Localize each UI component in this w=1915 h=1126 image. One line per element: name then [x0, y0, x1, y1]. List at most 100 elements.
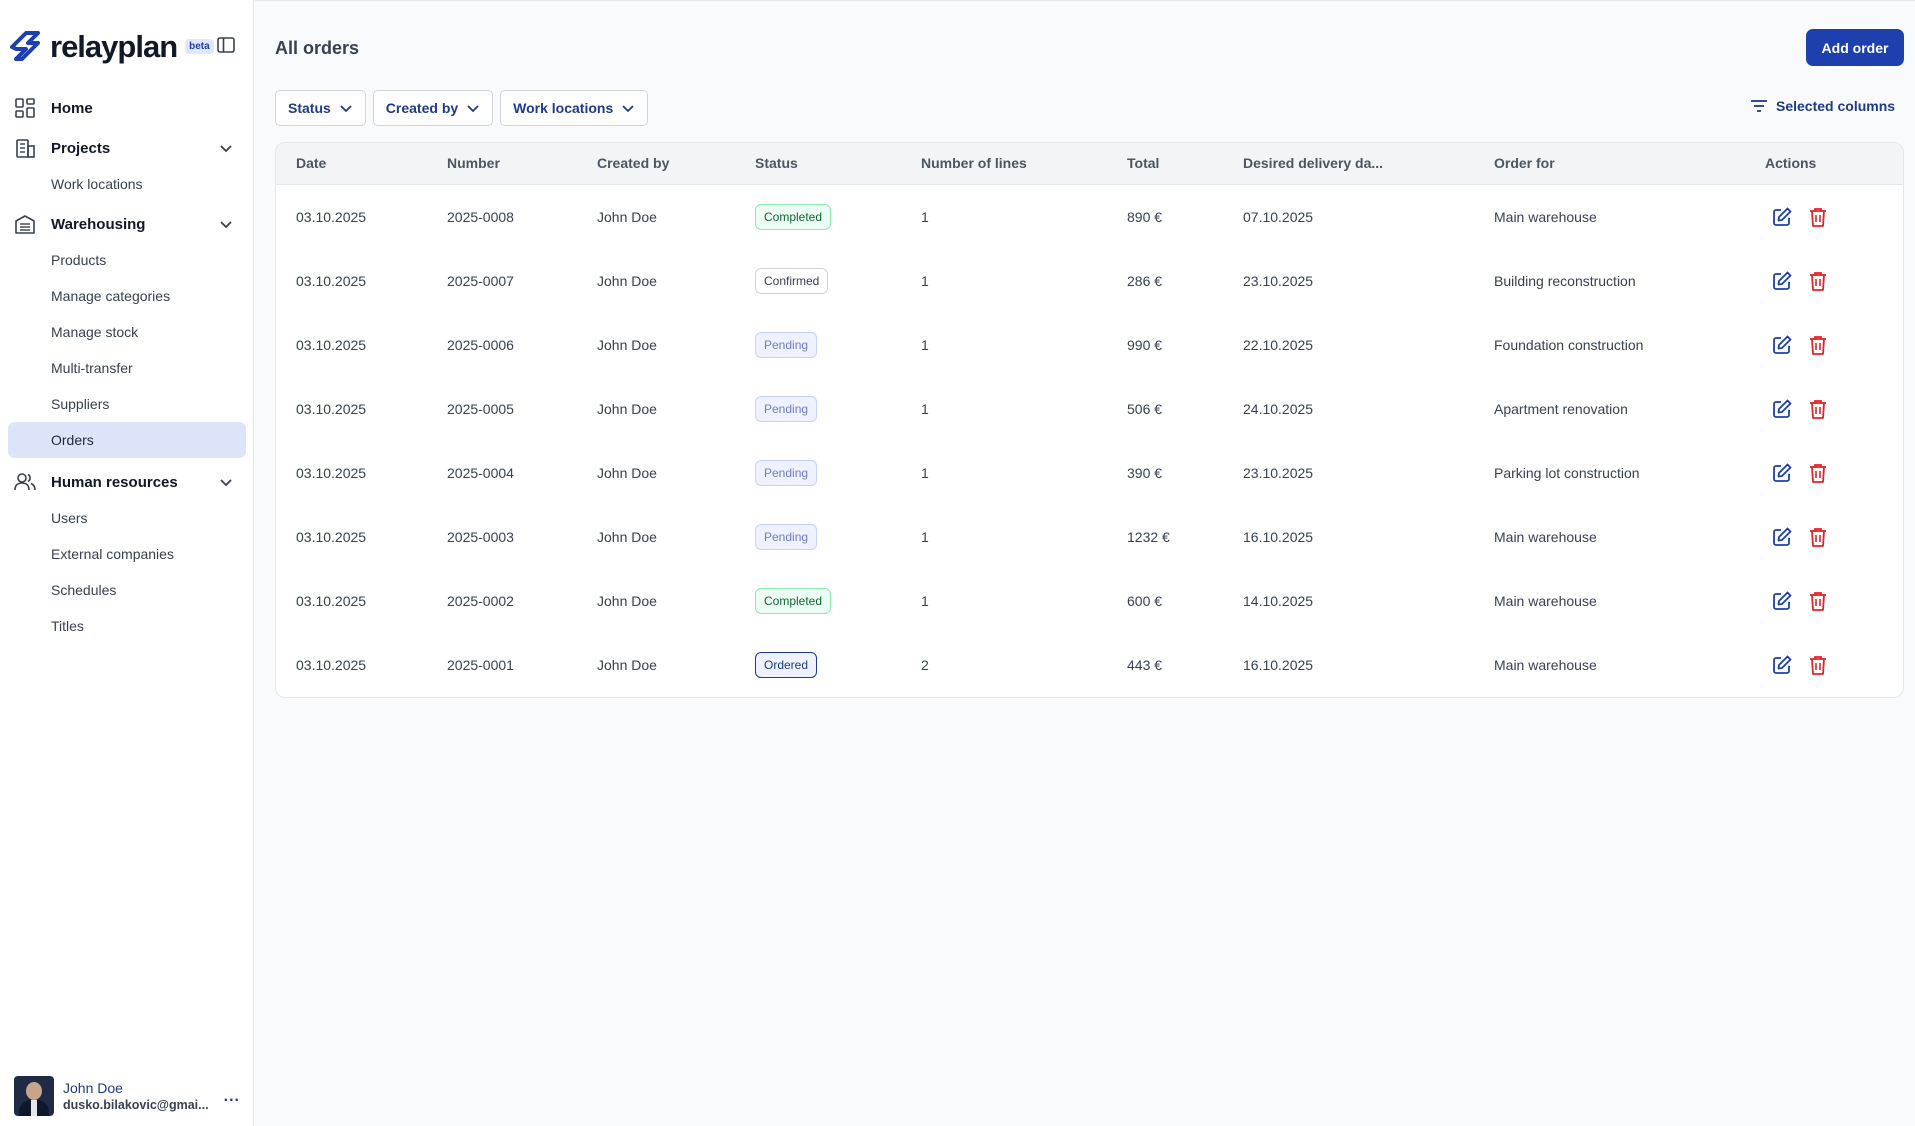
sidebar-item-human-resources[interactable]: Human resources — [8, 464, 246, 500]
sidebar-item-manage-categories[interactable]: Manage categories — [8, 278, 246, 314]
status-badge: Pending — [755, 396, 818, 422]
sidebar-item-label: Human resources — [51, 473, 178, 491]
status-badge: Confirmed — [755, 268, 829, 294]
table-row[interactable]: 03.10.2025 2025-0004 John Doe Pending 1 … — [276, 441, 1903, 505]
edit-icon[interactable] — [1771, 526, 1793, 548]
sidebar-item-warehousing[interactable]: Warehousing — [8, 206, 246, 242]
cell-desired-delivery-date: 23.10.2025 — [1243, 465, 1314, 481]
sidebar-item-projects[interactable]: Projects — [8, 130, 246, 166]
status-badge: Pending — [755, 524, 818, 550]
table-row[interactable]: 03.10.2025 2025-0001 John Doe Ordered 2 … — [276, 633, 1903, 697]
sidebar-item-label: Home — [51, 99, 93, 117]
relayplan-logo-icon — [10, 31, 40, 61]
delete-icon[interactable] — [1807, 270, 1829, 292]
delete-icon[interactable] — [1807, 590, 1829, 612]
sidebar-item-products[interactable]: Products — [8, 242, 246, 278]
status-badge: Completed — [755, 204, 832, 230]
edit-icon[interactable] — [1771, 654, 1793, 676]
status-filter[interactable]: Status — [275, 90, 366, 126]
cell-number-of-lines: 1 — [921, 401, 929, 417]
user-profile[interactable]: John Doe dusko.bilakovic@gmai... ... — [14, 1076, 240, 1116]
cell-number-of-lines: 1 — [921, 465, 929, 481]
chevron-down-icon[interactable] — [218, 474, 234, 490]
table-row[interactable]: 03.10.2025 2025-0005 John Doe Pending 1 … — [276, 377, 1903, 441]
sidebar-item-external-companies[interactable]: External companies — [8, 536, 246, 572]
sidebar-item-users[interactable]: Users — [8, 500, 246, 536]
cell-number-of-lines: 2 — [921, 657, 929, 673]
cell-date: 03.10.2025 — [296, 401, 367, 417]
sidebar-item-suppliers[interactable]: Suppliers — [8, 386, 246, 422]
cell-order-for: Main warehouse — [1494, 657, 1597, 673]
edit-icon[interactable] — [1771, 462, 1793, 484]
selected-columns-button[interactable]: Selected columns — [1750, 98, 1895, 114]
sidebar-item-titles[interactable]: Titles — [8, 608, 246, 644]
cell-order-for: Foundation construction — [1494, 337, 1644, 353]
column-header-status[interactable]: Status — [755, 155, 798, 171]
cell-order-for: Building reconstruction — [1494, 273, 1636, 289]
cell-number-of-lines: 1 — [921, 209, 929, 225]
chevron-down-icon[interactable] — [218, 216, 234, 232]
cell-number: 2025-0004 — [447, 465, 514, 481]
sidebar-item-orders[interactable]: Orders — [8, 422, 246, 458]
cell-number: 2025-0005 — [447, 401, 514, 417]
column-header-created-by[interactable]: Created by — [597, 155, 669, 171]
edit-icon[interactable] — [1771, 334, 1793, 356]
page-title: All orders — [275, 38, 360, 58]
cell-date: 03.10.2025 — [296, 273, 367, 289]
work-locations-filter[interactable]: Work locations — [500, 90, 649, 126]
column-header-order-for[interactable]: Order for — [1494, 155, 1555, 171]
delete-icon[interactable] — [1807, 398, 1829, 420]
column-header-date[interactable]: Date — [296, 155, 326, 171]
sidebar-item-work-locations[interactable]: Work locations — [8, 166, 246, 202]
table-row[interactable]: 03.10.2025 2025-0006 John Doe Pending 1 … — [276, 313, 1903, 377]
user-email: dusko.bilakovic@gmai... — [63, 1098, 209, 1112]
column-header-desired-delivery-date[interactable]: Desired delivery da... — [1243, 155, 1383, 171]
sidebar-item-home[interactable]: Home — [8, 90, 246, 126]
cell-desired-delivery-date: 14.10.2025 — [1243, 593, 1314, 609]
table-row[interactable]: 03.10.2025 2025-0008 John Doe Completed … — [276, 185, 1903, 249]
cell-created-by: John Doe — [597, 273, 657, 289]
users-icon — [14, 473, 36, 491]
sidebar-toggle-icon[interactable] — [216, 35, 236, 55]
delete-icon[interactable] — [1807, 206, 1829, 228]
sidebar-item-label: Projects — [51, 139, 111, 157]
edit-icon[interactable] — [1771, 270, 1793, 292]
cell-order-for: Main warehouse — [1494, 209, 1597, 225]
delete-icon[interactable] — [1807, 462, 1829, 484]
cell-desired-delivery-date: 24.10.2025 — [1243, 401, 1314, 417]
cell-total: 443 € — [1127, 657, 1163, 673]
cell-desired-delivery-date: 07.10.2025 — [1243, 209, 1314, 225]
status-badge: Ordered — [755, 652, 818, 678]
table-row[interactable]: 03.10.2025 2025-0003 John Doe Pending 1 … — [276, 505, 1903, 569]
column-header-total[interactable]: Total — [1127, 155, 1159, 171]
edit-icon[interactable] — [1771, 590, 1793, 612]
user-info: John Doe dusko.bilakovic@gmai... — [63, 1080, 209, 1112]
dashboard-icon — [15, 98, 35, 118]
cell-order-for: Main warehouse — [1494, 529, 1597, 545]
delete-icon[interactable] — [1807, 526, 1829, 548]
delete-icon[interactable] — [1807, 654, 1829, 676]
more-options-icon[interactable]: ... — [224, 1088, 240, 1106]
chevron-down-icon[interactable] — [218, 140, 234, 156]
filter-label: Created by — [385, 100, 459, 116]
cell-number: 2025-0003 — [447, 529, 514, 545]
sidebar-item-schedules[interactable]: Schedules — [8, 572, 246, 608]
cell-total: 390 € — [1127, 465, 1163, 481]
cell-desired-delivery-date: 23.10.2025 — [1243, 273, 1314, 289]
sidebar-item-multi-transfer[interactable]: Multi-transfer — [8, 350, 246, 386]
sidebar-item-manage-stock[interactable]: Manage stock — [8, 314, 246, 350]
column-header-number[interactable]: Number — [447, 155, 500, 171]
delete-icon[interactable] — [1807, 334, 1829, 356]
table-row[interactable]: 03.10.2025 2025-0007 John Doe Confirmed … — [276, 249, 1903, 313]
brand[interactable]: relayplan beta — [8, 24, 214, 68]
edit-icon[interactable] — [1771, 398, 1793, 420]
edit-icon[interactable] — [1771, 206, 1793, 228]
chevron-down-icon — [622, 105, 634, 113]
cell-total: 600 € — [1127, 593, 1163, 609]
cell-number: 2025-0006 — [447, 337, 514, 353]
created-by-filter[interactable]: Created by — [372, 90, 494, 126]
add-order-button[interactable]: Add order — [1806, 29, 1904, 66]
column-header-number-of-lines[interactable]: Number of lines — [921, 155, 1027, 171]
table-row[interactable]: 03.10.2025 2025-0002 John Doe Completed … — [276, 569, 1903, 633]
cell-order-for: Main warehouse — [1494, 593, 1597, 609]
